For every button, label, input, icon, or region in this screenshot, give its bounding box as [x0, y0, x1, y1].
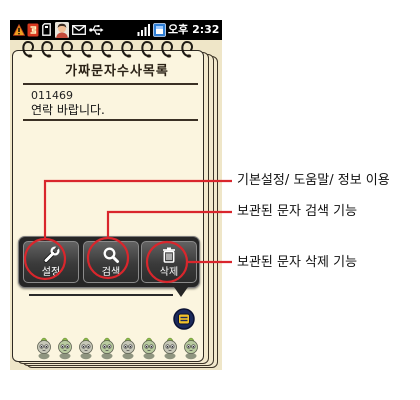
spiral-ring: [61, 40, 73, 58]
list-item[interactable]: 011469 연락 바랍니다.: [23, 87, 198, 119]
character-row: [37, 337, 198, 360]
status-time: 오후 2:32: [168, 23, 220, 36]
app-notification-icon: [27, 23, 39, 37]
spiral-ring: [141, 40, 153, 58]
delete-button-label: 삭제: [159, 267, 179, 278]
delete-button[interactable]: 삭제: [141, 241, 197, 283]
menu-pointer: [174, 287, 188, 297]
character-figure: [100, 337, 114, 360]
spiral-ring: [81, 40, 93, 58]
spiral-ring: [121, 40, 133, 58]
menu-button[interactable]: [173, 308, 195, 330]
character-figure: [163, 337, 177, 360]
page-title: 가짜문자수사목록: [65, 64, 169, 79]
search-button[interactable]: 검색: [83, 241, 139, 283]
menu-divider: [29, 294, 173, 296]
mail-icon: [72, 25, 86, 35]
spiral-ring: [161, 40, 173, 58]
character-figure: [79, 337, 93, 360]
usb-icon: [89, 25, 104, 36]
spiral-ring: [41, 40, 53, 58]
character-figure: [142, 337, 156, 360]
battery-icon: [153, 23, 166, 37]
options-menu: 설정 검색 삭제: [18, 236, 200, 288]
trash-icon: [163, 247, 175, 263]
character-figure: [121, 337, 135, 360]
sd-card-icon: [42, 23, 51, 36]
message-text: 연락 바랍니다.: [31, 103, 105, 117]
title-divider: [23, 83, 198, 85]
search-button-label: 검색: [101, 267, 121, 278]
wrench-icon: [43, 246, 60, 263]
app-area: 가짜문자수사목록 011469 연락 바랍니다. 설정 검색 삭제: [10, 40, 222, 370]
signal-icon: [137, 24, 150, 36]
spiral-ring: [22, 40, 34, 58]
settings-button[interactable]: 설정: [23, 241, 79, 283]
annotation-text-delete: 보관된 문자 삭제 기능: [237, 255, 358, 270]
screenshot-canvas: 오후 2:32 가짜문자수사목록 011469 연락 바랍니다. 설정 검색 삭…: [0, 0, 420, 400]
character-figure: [58, 337, 72, 360]
spiral-binding: [22, 40, 193, 58]
spiral-ring: [181, 40, 193, 58]
notepad: 가짜문자수사목록 011469 연락 바랍니다. 설정 검색 삭제: [12, 50, 204, 362]
status-bar: 오후 2:32: [10, 20, 222, 40]
warning-icon: [13, 24, 25, 36]
character-figure: [184, 337, 198, 360]
message-number: 011469: [31, 89, 73, 102]
annotation-text-settings: 기본설정/ 도움말/ 정보 이용: [237, 173, 390, 188]
settings-button-label: 설정: [41, 267, 61, 278]
character-figure: [37, 337, 51, 360]
phone-screen: 오후 2:32 가짜문자수사목록 011469 연락 바랍니다. 설정 검색 삭…: [10, 20, 222, 370]
list-divider: [23, 119, 198, 121]
menu-icon: [173, 308, 195, 330]
search-icon: [103, 247, 119, 263]
spiral-ring: [101, 40, 113, 58]
contact-avatar-icon: [55, 22, 69, 38]
annotation-text-search: 보관된 문자 검색 기능: [237, 204, 358, 219]
